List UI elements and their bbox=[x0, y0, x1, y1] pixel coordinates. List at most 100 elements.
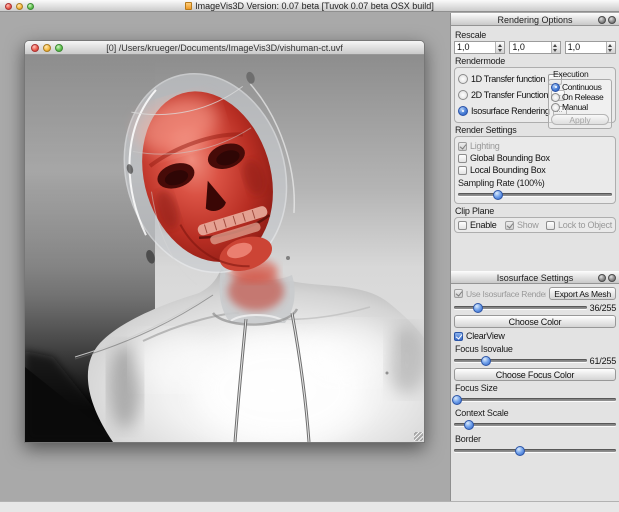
radio-icon[interactable] bbox=[551, 93, 560, 102]
slider-track bbox=[454, 449, 616, 452]
clearview-checkbox-row[interactable]: ClearView bbox=[454, 330, 616, 342]
clip-plane-group: Enable Show Lock to Object bbox=[454, 217, 616, 233]
global-bounding-box-checkbox-row[interactable]: Global Bounding Box bbox=[458, 152, 612, 164]
stepper-arrows-icon[interactable] bbox=[495, 42, 504, 53]
viewer-window: [0] /Users/krueger/Documents/ImageVis3D/… bbox=[24, 40, 425, 443]
isovalue-slider[interactable] bbox=[454, 302, 587, 313]
focus-size-slider[interactable] bbox=[454, 394, 616, 405]
sampling-rate-label: Sampling Rate (100%) bbox=[458, 178, 612, 188]
radio-label: 2D Transfer Function bbox=[471, 90, 548, 100]
rescale-y-value: 1,0 bbox=[510, 42, 550, 53]
rendering-options-panel: Rendering Options Rescale 1,0 1,0 bbox=[451, 13, 619, 237]
show-checkbox-label: Show bbox=[517, 220, 539, 230]
checkbox-checked-disabled-icon[interactable] bbox=[454, 289, 463, 298]
status-bar bbox=[0, 501, 619, 512]
choose-focus-color-button[interactable]: Choose Focus Color bbox=[454, 368, 616, 381]
focus-isovalue-label: Focus Isovalue bbox=[455, 344, 616, 354]
enable-checkbox-label: Enable bbox=[470, 220, 497, 230]
slider-track bbox=[454, 359, 587, 362]
checkbox-icon[interactable] bbox=[458, 221, 467, 230]
slider-track bbox=[458, 193, 612, 196]
execution-label: Execution bbox=[553, 69, 612, 79]
viewer-close-button[interactable] bbox=[31, 44, 39, 52]
slider-thumb[interactable] bbox=[493, 190, 503, 200]
rescale-z-stepper[interactable]: 1,0 bbox=[565, 41, 616, 54]
apply-button[interactable]: Apply bbox=[551, 114, 609, 125]
rendermode-group: 1D Transfer function ... 2D Transfer Fun… bbox=[454, 67, 616, 123]
imagevis3d-app: ImageVis3D Version: 0.07 beta [Tuvok 0.0… bbox=[0, 0, 619, 512]
isosurface-settings-panel: Isosurface Settings Use Isosurface Rende… bbox=[451, 271, 619, 459]
sampling-rate-slider[interactable] bbox=[458, 189, 612, 200]
focus-isovalue-readout: 61/255 bbox=[590, 356, 616, 366]
checkbox-icon[interactable] bbox=[458, 154, 467, 163]
radio-selected-icon[interactable] bbox=[551, 83, 560, 92]
slider-thumb[interactable] bbox=[515, 446, 525, 456]
close-panel-icon[interactable] bbox=[608, 274, 616, 282]
border-slider[interactable] bbox=[454, 445, 616, 456]
slider-track bbox=[454, 423, 616, 426]
viewer-title: [0] /Users/krueger/Documents/ImageVis3D/… bbox=[25, 41, 424, 55]
panel-title: Isosurface Settings bbox=[451, 272, 619, 284]
radio-icon[interactable] bbox=[458, 90, 468, 100]
app-title: ImageVis3D Version: 0.07 beta [Tuvok 0.0… bbox=[195, 1, 434, 11]
slider-thumb[interactable] bbox=[481, 356, 491, 366]
radio-icon[interactable] bbox=[551, 103, 560, 112]
workspace: [0] /Users/krueger/Documents/ImageVis3D/… bbox=[0, 13, 450, 501]
rescale-x-value: 1,0 bbox=[455, 42, 495, 53]
use-isosurface-label: Use Isosurface Rendering bbox=[466, 289, 546, 299]
stepper-arrows-icon[interactable] bbox=[551, 42, 560, 53]
context-scale-label: Context Scale bbox=[455, 408, 616, 418]
isosurface-settings-header[interactable]: Isosurface Settings bbox=[451, 271, 619, 284]
float-panel-icon[interactable] bbox=[598, 274, 606, 282]
viewer-minimize-button[interactable] bbox=[43, 44, 51, 52]
border-label: Border bbox=[455, 434, 616, 444]
clip-plane-label: Clip Plane bbox=[455, 206, 616, 216]
render-viewport[interactable] bbox=[25, 55, 424, 442]
radio-selected-icon[interactable] bbox=[458, 106, 468, 116]
radio-icon[interactable] bbox=[458, 74, 468, 84]
radio-on-release[interactable]: On Release bbox=[551, 92, 609, 102]
viewer-titlebar[interactable]: [0] /Users/krueger/Documents/ImageVis3D/… bbox=[25, 41, 424, 55]
slider-thumb[interactable] bbox=[452, 395, 462, 405]
close-panel-icon[interactable] bbox=[608, 16, 616, 24]
resize-grip[interactable] bbox=[414, 432, 423, 441]
rendermode-label: Rendermode bbox=[455, 56, 616, 66]
rescale-z-value: 1,0 bbox=[566, 42, 606, 53]
app-icon bbox=[185, 2, 192, 10]
radio-label: Isosurface Rendering bbox=[471, 106, 550, 116]
app-titlebar: ImageVis3D Version: 0.07 beta [Tuvok 0.0… bbox=[0, 0, 619, 12]
context-scale-slider[interactable] bbox=[454, 419, 616, 430]
panel-title: Rendering Options bbox=[451, 14, 619, 26]
slider-thumb[interactable] bbox=[473, 303, 483, 313]
radio-continuous[interactable]: Continuous bbox=[551, 82, 609, 92]
choose-color-button[interactable]: Choose Color bbox=[454, 315, 616, 328]
slider-track bbox=[454, 398, 616, 401]
viewer-window-controls bbox=[31, 44, 63, 52]
radio-label: 1D Transfer function bbox=[471, 74, 545, 84]
lock-checkbox-label: Lock to Object bbox=[558, 220, 612, 230]
export-as-mesh-button[interactable]: Export As Mesh bbox=[549, 287, 616, 300]
local-bounding-box-checkbox-row[interactable]: Local Bounding Box bbox=[458, 164, 612, 176]
dock-area: Rendering Options Rescale 1,0 1,0 bbox=[450, 13, 619, 501]
stepper-arrows-icon[interactable] bbox=[606, 42, 615, 53]
rescale-label: Rescale bbox=[455, 30, 616, 40]
lighting-checkbox-row[interactable]: Lighting bbox=[458, 140, 612, 152]
isovalue-readout: 36/255 bbox=[590, 303, 616, 313]
float-panel-icon[interactable] bbox=[598, 16, 606, 24]
checkbox-checked-icon[interactable] bbox=[454, 332, 463, 341]
checkbox-checked-disabled-icon[interactable] bbox=[458, 142, 467, 151]
focus-size-label: Focus Size bbox=[455, 383, 616, 393]
rendering-options-header[interactable]: Rendering Options bbox=[451, 13, 619, 26]
viewer-zoom-button[interactable] bbox=[55, 44, 63, 52]
checkbox-icon[interactable] bbox=[458, 166, 467, 175]
radio-manual[interactable]: Manual bbox=[551, 102, 609, 112]
render-settings-group: Lighting Global Bounding Box Local Bound… bbox=[454, 136, 616, 204]
rendered-volume-scene bbox=[25, 55, 424, 442]
checkbox-disabled-icon[interactable] bbox=[546, 221, 555, 230]
rescale-y-stepper[interactable]: 1,0 bbox=[509, 41, 560, 54]
rescale-x-stepper[interactable]: 1,0 bbox=[454, 41, 505, 54]
slider-thumb[interactable] bbox=[464, 420, 474, 430]
execution-group: Execution Continuous On Release bbox=[548, 69, 612, 129]
focus-isovalue-slider[interactable] bbox=[454, 355, 587, 366]
checkbox-checked-disabled-icon[interactable] bbox=[505, 221, 514, 230]
